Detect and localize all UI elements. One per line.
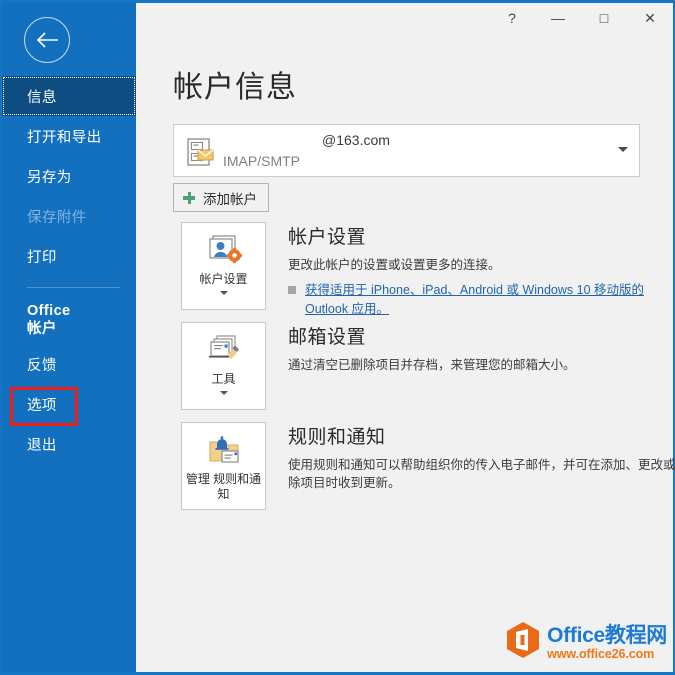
section-link-row: 获得适用于 iPhone、iPad、Android 或 Windows 10 移… <box>288 281 675 319</box>
watermark: Office教程网 www.office26.com <box>505 621 667 664</box>
section-description: 通过清空已删除项目并存档，来管理您的邮箱大小。 <box>288 358 576 372</box>
sidebar-item-options[interactable]: 选项 <box>2 384 136 426</box>
watermark-title: Office教程网 <box>547 623 667 647</box>
page-title: 帐户信息 <box>173 71 297 104</box>
section-title: 规则和通知 <box>288 427 386 448</box>
help-button[interactable]: ? <box>489 3 535 33</box>
sidebar-divider <box>27 287 120 288</box>
sidebar-item-label: 信息 <box>27 89 57 106</box>
outlook-mobile-app-link[interactable]: 获得适用于 iPhone、iPad、Android 或 Windows 10 移… <box>305 281 657 319</box>
sidebar-item-label: 选项 <box>27 397 57 414</box>
sidebar-nav-list: 信息 打开和导出 另存为 保存附件 打印 Office 帐户 反馈 选项 退出 <box>2 76 136 464</box>
sidebar-item-exit[interactable]: 退出 <box>2 424 136 464</box>
minimize-button[interactable]: — <box>535 3 581 33</box>
chevron-down-icon[interactable] <box>219 291 228 295</box>
section-body: 帐户设置 更改此帐户的设置或设置更多的连接。 获得适用于 iPhone、iPad… <box>288 222 675 319</box>
section-title: 邮箱设置 <box>288 327 367 348</box>
section-body: 规则和通知 使用规则和通知可以帮助组织你的传入电子邮件，并可在添加、更改或删除项… <box>288 422 675 492</box>
sidebar-item-label: 反馈 <box>27 357 57 374</box>
section-body: 邮箱设置 通过清空已删除项目并存档，来管理您的邮箱大小。 <box>288 322 675 374</box>
maximize-button[interactable]: □ <box>581 3 627 33</box>
section-title: 帐户设置 <box>288 227 367 248</box>
mailbox-cleanup-tools-icon <box>206 333 242 369</box>
account-selector[interactable]: @163.com IMAP/SMTP <box>173 124 640 177</box>
sidebar-item-label: Office 帐户 <box>27 303 71 338</box>
mail-account-icon <box>184 136 216 168</box>
account-type: IMAP/SMTP <box>223 153 301 169</box>
sidebar-item-label: 另存为 <box>27 169 72 186</box>
sidebar-item-label: 退出 <box>27 437 57 454</box>
sidebar-item-office-account[interactable]: Office 帐户 <box>2 298 136 344</box>
outlook-backstage-window: 信息 打开和导出 另存为 保存附件 打印 Office 帐户 反馈 选项 退出 … <box>0 0 675 675</box>
watermark-url: www.office26.com <box>547 646 655 661</box>
add-account-button[interactable]: 添加帐户 <box>173 183 269 212</box>
office-logo-icon <box>505 621 541 664</box>
account-email: @163.com <box>322 132 390 148</box>
chevron-down-icon[interactable] <box>219 391 228 395</box>
window-controls: ? — □ ✕ <box>489 3 673 33</box>
plus-icon <box>183 191 195 204</box>
chevron-down-icon[interactable] <box>618 147 628 152</box>
sidebar-item-info[interactable]: 信息 <box>2 76 136 116</box>
sidebar-item-save-as[interactable]: 另存为 <box>2 156 136 196</box>
sidebar-item-open-and-export[interactable]: 打开和导出 <box>2 116 136 156</box>
mailbox-tools-button-label: 工具 <box>211 372 236 386</box>
sidebar-item-save-attachments: 保存附件 <box>2 196 136 236</box>
watermark-text: Office教程网 www.office26.com <box>547 625 667 661</box>
manage-rules-button-label: 管理 规则和通知 <box>185 472 262 501</box>
close-button[interactable]: ✕ <box>627 3 673 33</box>
section-description: 更改此帐户的设置或设置更多的连接。 <box>288 258 501 272</box>
add-account-label: 添加帐户 <box>203 191 257 207</box>
mailbox-tools-button[interactable]: 工具 <box>181 322 266 410</box>
account-settings-icon <box>206 233 242 269</box>
back-arrow-icon[interactable] <box>24 17 70 63</box>
backstage-main-panel: ? — □ ✕ 帐户信息 @163.com IMAP/SMTP 添加帐户 帐户设… <box>136 3 675 672</box>
section-description: 使用规则和通知可以帮助组织你的传入电子邮件，并可在添加、更改或删除项目时收到更新… <box>288 458 675 491</box>
manage-rules-button[interactable]: 管理 规则和通知 <box>181 422 266 510</box>
account-settings-button[interactable]: 帐户设置 <box>181 222 266 310</box>
sidebar-item-label: 保存附件 <box>27 209 87 226</box>
backstage-sidebar: 信息 打开和导出 另存为 保存附件 打印 Office 帐户 反馈 选项 退出 <box>2 3 136 672</box>
sidebar-item-label: 打开和导出 <box>27 129 102 146</box>
rules-and-alerts-icon <box>206 433 242 469</box>
account-settings-button-label: 帐户设置 <box>199 272 248 286</box>
sidebar-item-label: 打印 <box>27 249 57 266</box>
sidebar-item-feedback[interactable]: 反馈 <box>2 344 136 384</box>
sidebar-item-print[interactable]: 打印 <box>2 236 136 276</box>
bullet-square-icon <box>288 286 296 295</box>
